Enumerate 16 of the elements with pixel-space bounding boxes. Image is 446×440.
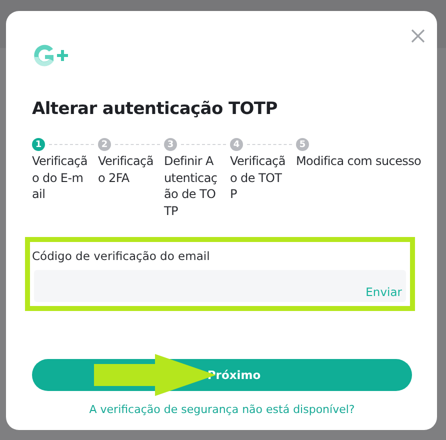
input-field[interactable]: Enviar [34,270,406,302]
step-label: Verificação 2FA [98,153,154,186]
dialog-title: Alterar autenticação TOTP [32,98,278,120]
step-number: 4 [230,138,243,151]
step-number: 2 [98,138,111,151]
step-number: 5 [296,138,309,151]
send-link[interactable]: Enviar [366,285,402,299]
close-icon[interactable] [411,29,425,43]
step-label: Verificação do E-mail [32,153,88,202]
step-label: Modifica com sucesso [296,153,422,170]
step-label: Definir Autenticação de TOTP [164,153,218,219]
step-number: 1 [32,138,45,151]
field-label: Código de verificação do email [32,248,211,264]
help-link[interactable]: A verificação de segurança não está disponível? [32,403,412,416]
step-label: Verificação de TOTP [230,153,286,202]
step-number: 3 [164,138,177,151]
